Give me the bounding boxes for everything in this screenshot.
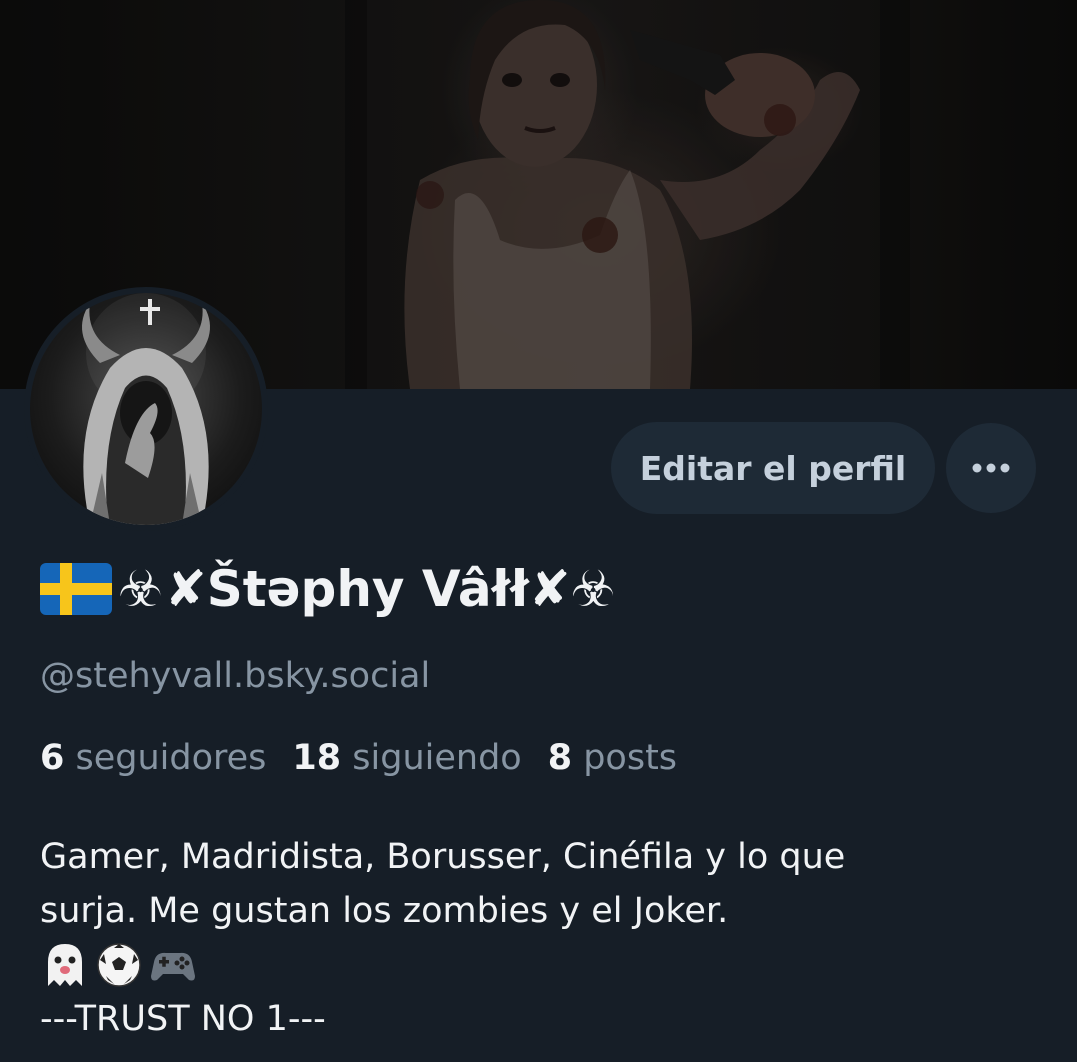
stat-label: siguiendo — [352, 738, 522, 778]
ellipsis-icon — [972, 463, 1010, 473]
followers-count-link[interactable]: 6 seguidores — [40, 738, 266, 778]
following-count-link[interactable]: 18 siguiendo — [292, 738, 521, 778]
edit-profile-button[interactable]: Editar el perfil — [611, 422, 935, 514]
game-controller-icon — [151, 952, 195, 981]
stat-label: seguidores — [75, 738, 267, 778]
soccer-ball-icon — [97, 943, 141, 987]
avatar[interactable] — [24, 287, 268, 531]
bio-emoji-row — [40, 938, 1040, 992]
stat-number: 8 — [547, 738, 573, 778]
display-name-text: ✘Štəphy Vâłł✘ — [164, 560, 571, 618]
avatar-image — [30, 293, 262, 525]
biohazard-icon: ☣ — [118, 560, 163, 618]
biohazard-icon: ☣ — [570, 560, 616, 618]
hooded-figure-icon — [82, 293, 210, 525]
more-options-button[interactable] — [946, 423, 1036, 513]
profile-bio: Gamer, Madridista, Borusser, Cinéfila y … — [40, 830, 1040, 1046]
bio-line: Gamer, Madridista, Borusser, Cinéfila y … — [40, 837, 846, 877]
sweden-flag-icon — [40, 563, 112, 615]
ghost-icon — [48, 944, 82, 986]
posts-count: 8 posts — [548, 738, 677, 778]
bio-line: ---TRUST NO 1--- — [40, 999, 326, 1039]
bio-line: surja. Me gustan los zombies y el Joker. — [40, 891, 729, 931]
display-name: ☣ ✘Štəphy Vâłł✘ ☣ — [40, 560, 615, 618]
profile-handle[interactable]: @stehyvall.bsky.social — [40, 656, 430, 696]
profile-page: Editar el perfil ☣ ✘Štəphy Vâłł✘ ☣ @steh… — [0, 0, 1077, 1062]
stat-number: 18 — [292, 738, 342, 778]
edit-profile-label: Editar el perfil — [639, 448, 907, 488]
stat-label: posts — [583, 738, 678, 778]
stat-number: 6 — [40, 738, 65, 778]
profile-stats: 6 seguidores 18 siguiendo 8 posts — [40, 738, 703, 778]
